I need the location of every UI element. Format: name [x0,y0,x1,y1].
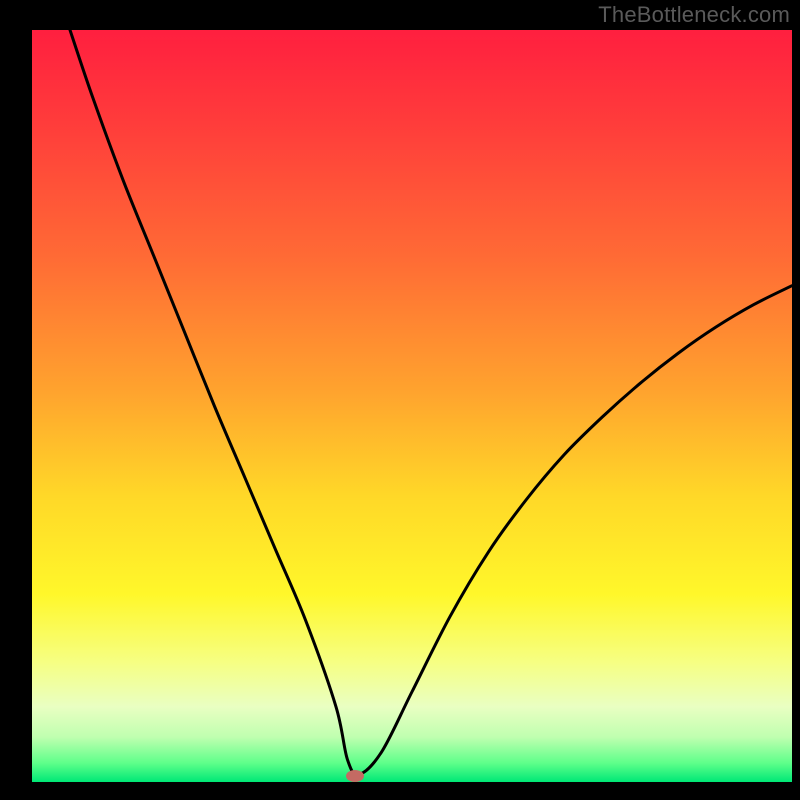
chart-frame: TheBottleneck.com [0,0,800,800]
bottleneck-chart [0,0,800,800]
watermark-text: TheBottleneck.com [598,2,790,28]
optimal-point-marker [346,770,364,782]
gradient-background [32,30,792,782]
